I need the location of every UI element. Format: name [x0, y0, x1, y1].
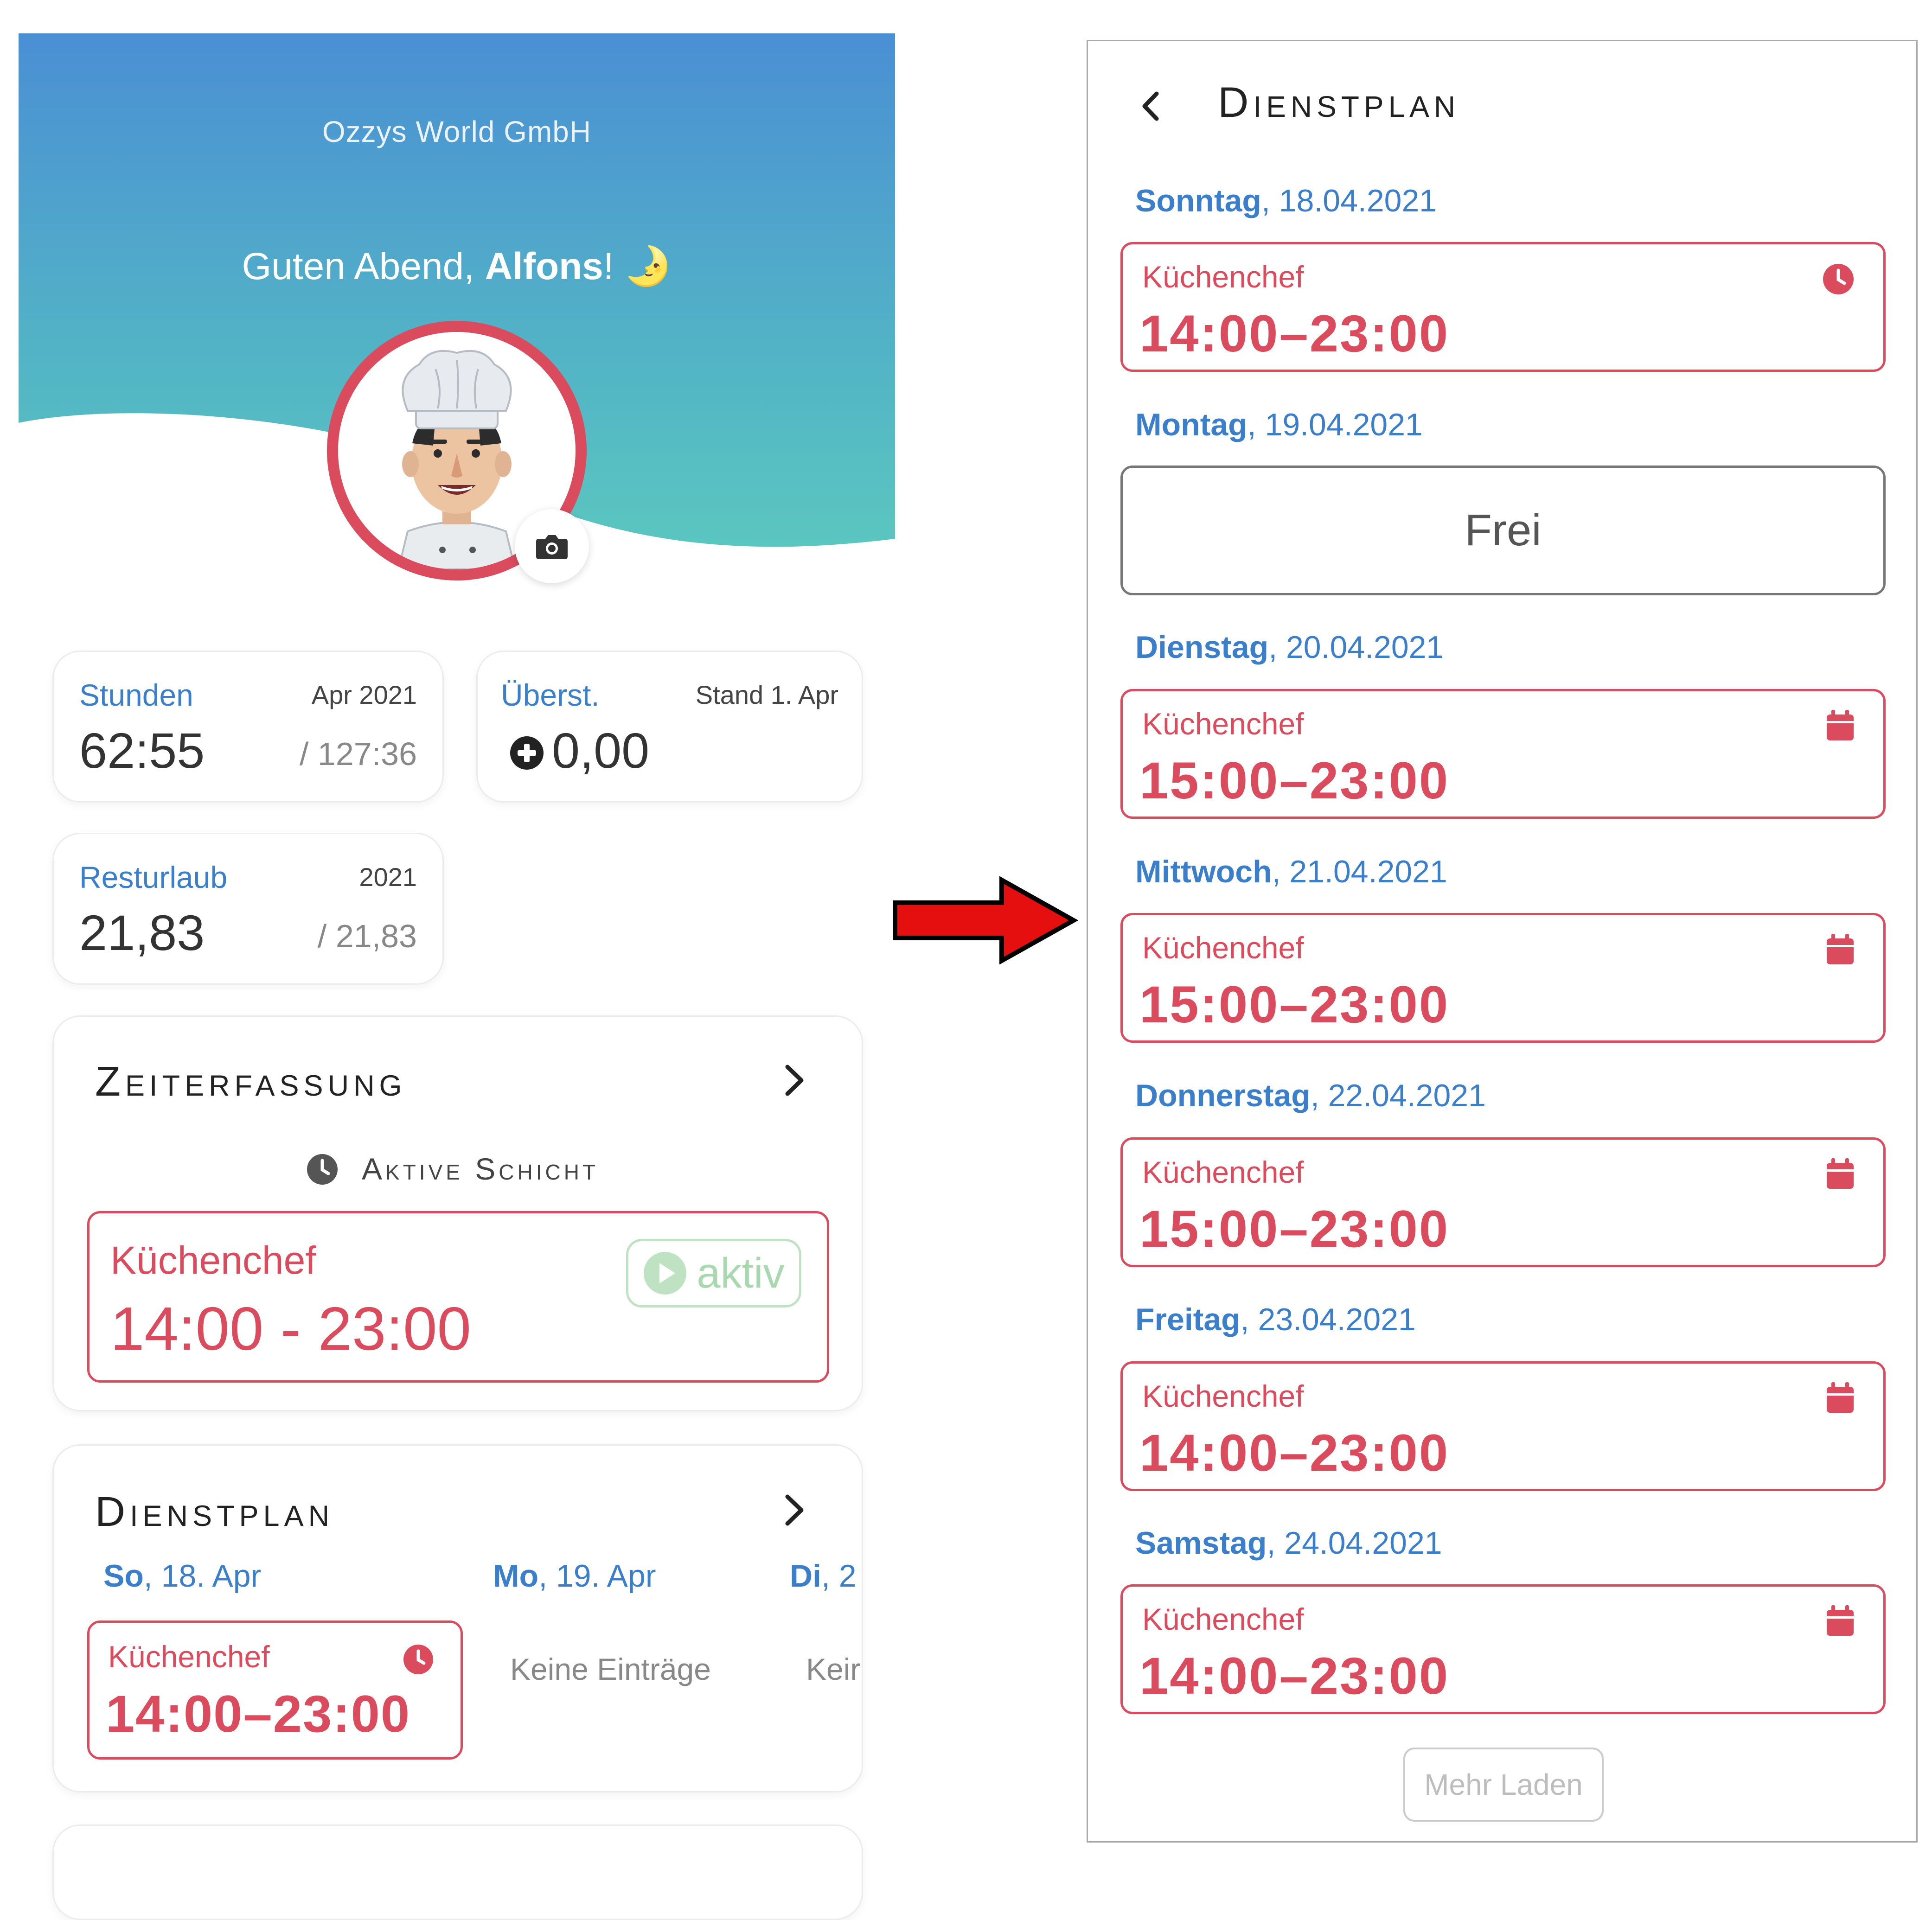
day-label-donnerstag: Donnerstag, 22.04.2021 [1135, 1078, 1486, 1113]
stunden-card[interactable]: Stunden Apr 2021 62:55 / 127:36 [52, 651, 444, 803]
resturlaub-label: Resturlaub [79, 860, 228, 894]
stunden-value: 62:55 [79, 722, 205, 778]
calendar-icon [1827, 1382, 1854, 1413]
free-day-card[interactable]: Frei [1120, 466, 1886, 595]
shift-role: Küchenchef [1142, 1379, 1304, 1413]
day-label-montag: Montag, 19.04.2021 [1135, 407, 1423, 442]
dienstplan-title: Dienstplan [95, 1489, 334, 1535]
camera-icon [536, 535, 568, 559]
shift-card-mittwoch[interactable]: Küchenchef 15:00–23:00 [1120, 913, 1886, 1043]
play-circle-icon [644, 1252, 687, 1295]
shift-time: 14:00–23:00 [1139, 305, 1450, 363]
shift-card-freitag[interactable]: Küchenchef 14:00–23:00 [1120, 1361, 1886, 1491]
zeiterfassung-title: Zeiterfassung [95, 1059, 407, 1105]
day-label-di: Di, 2 [790, 1558, 857, 1594]
shift-card-samstag[interactable]: Küchenchef 14:00–23:00 [1120, 1584, 1886, 1714]
day-label-samstag: Samstag, 24.04.2021 [1135, 1525, 1442, 1561]
day-label-mittwoch: Mittwoch, 21.04.2021 [1135, 854, 1447, 889]
greeting: Guten Abend, Alfons! 🌛 [242, 245, 672, 287]
resturlaub-card[interactable]: Resturlaub 2021 21,83 / 21,83 [52, 833, 444, 985]
shift-role: Küchenchef [1142, 931, 1304, 965]
shift-time: 15:00–23:00 [1139, 752, 1450, 810]
arrow-right-icon [893, 876, 1078, 964]
calendar-icon [1827, 934, 1854, 964]
aktive-schicht-label: Aktive Schicht [362, 1152, 599, 1186]
calendar-icon [1827, 1605, 1854, 1636]
day-label-mo: Mo, 19. Apr [493, 1558, 656, 1594]
dienstplan-shift-time: 14:00–23:00 [106, 1685, 411, 1743]
change-photo-button[interactable] [515, 509, 589, 583]
chevron-right-icon[interactable] [784, 1064, 805, 1097]
aktiv-label: aktiv [697, 1249, 785, 1297]
free-label: Frei [1465, 505, 1542, 555]
resturlaub-total: / 21,83 [317, 918, 417, 954]
shift-card-sonntag[interactable]: Küchenchef 14:00–23:00 [1120, 242, 1886, 372]
plus-circle-icon [510, 736, 544, 770]
shift-card-dienstag[interactable]: Küchenchef 15:00–23:00 [1120, 689, 1886, 819]
clock-icon [1823, 264, 1854, 294]
resturlaub-year: 2021 [359, 862, 417, 892]
shift-role: Küchenchef [1142, 1602, 1304, 1636]
shift-card-donnerstag[interactable]: Küchenchef 15:00–23:00 [1120, 1137, 1886, 1267]
shift-role: Küchenchef [1142, 260, 1304, 294]
chevron-right-icon[interactable] [784, 1494, 805, 1526]
day-label-freitag: Freitag, 23.04.2021 [1135, 1302, 1416, 1337]
active-shift-time: 14:00 - 23:00 [110, 1295, 471, 1363]
company-name: Ozzys World GmbH [322, 115, 592, 148]
calendar-icon [1827, 1158, 1854, 1189]
shift-time: 14:00–23:00 [1139, 1647, 1450, 1705]
ueberstunden-label: Überst. [501, 678, 600, 712]
load-more-label: Mehr Laden [1424, 1768, 1583, 1801]
shift-time: 14:00–23:00 [1139, 1424, 1450, 1482]
stunden-period: Apr 2021 [311, 680, 417, 709]
shift-role: Küchenchef [1142, 707, 1304, 741]
load-more-button[interactable]: Mehr Laden [1403, 1748, 1604, 1822]
shift-role: Küchenchef [1142, 1155, 1304, 1189]
day-label-so: So, 18. Apr [103, 1558, 262, 1594]
next-card [52, 1824, 863, 1920]
home-screen: Ozzys World GmbH Guten Abend, Alfons! 🌛 [0, 0, 909, 1920]
no-entries-di: Keir [806, 1652, 860, 1686]
calendar-icon [1827, 710, 1854, 740]
stunden-total: / 127:36 [300, 736, 417, 772]
dienstplan-screen: Dienstplan Sonntag, 18.04.2021 Küchenche… [1087, 40, 1918, 1843]
clock-icon [307, 1154, 338, 1185]
back-chevron-icon[interactable] [1139, 90, 1162, 122]
day-label-dienstag: Dienstag, 20.04.2021 [1135, 630, 1444, 665]
stunden-label: Stunden [79, 678, 193, 712]
aktiv-badge: aktiv [626, 1239, 801, 1308]
shift-time: 15:00–23:00 [1139, 1200, 1450, 1258]
dienstplan-days-scroller[interactable]: So, 18. Apr Mo, 19. Apr Di, 2 Küchenchef… [52, 1544, 860, 1785]
shift-time: 15:00–23:00 [1139, 976, 1450, 1033]
clock-icon [403, 1645, 433, 1674]
ueberstunden-stand: Stand 1. Apr [695, 680, 838, 709]
ueberstunden-value: 0,00 [552, 722, 650, 778]
ueberstunden-card[interactable]: Überst. Stand 1. Apr 0,00 [476, 651, 863, 803]
dienstplan-shift-role: Küchenchef [108, 1639, 270, 1674]
resturlaub-value: 21,83 [79, 905, 205, 961]
no-entries-mo: Keine Einträge [510, 1652, 711, 1686]
page-title: Dienstplan [1218, 79, 1460, 126]
day-label-sonntag: Sonntag, 18.04.2021 [1135, 183, 1437, 218]
active-shift-role: Küchenchef [110, 1238, 316, 1282]
